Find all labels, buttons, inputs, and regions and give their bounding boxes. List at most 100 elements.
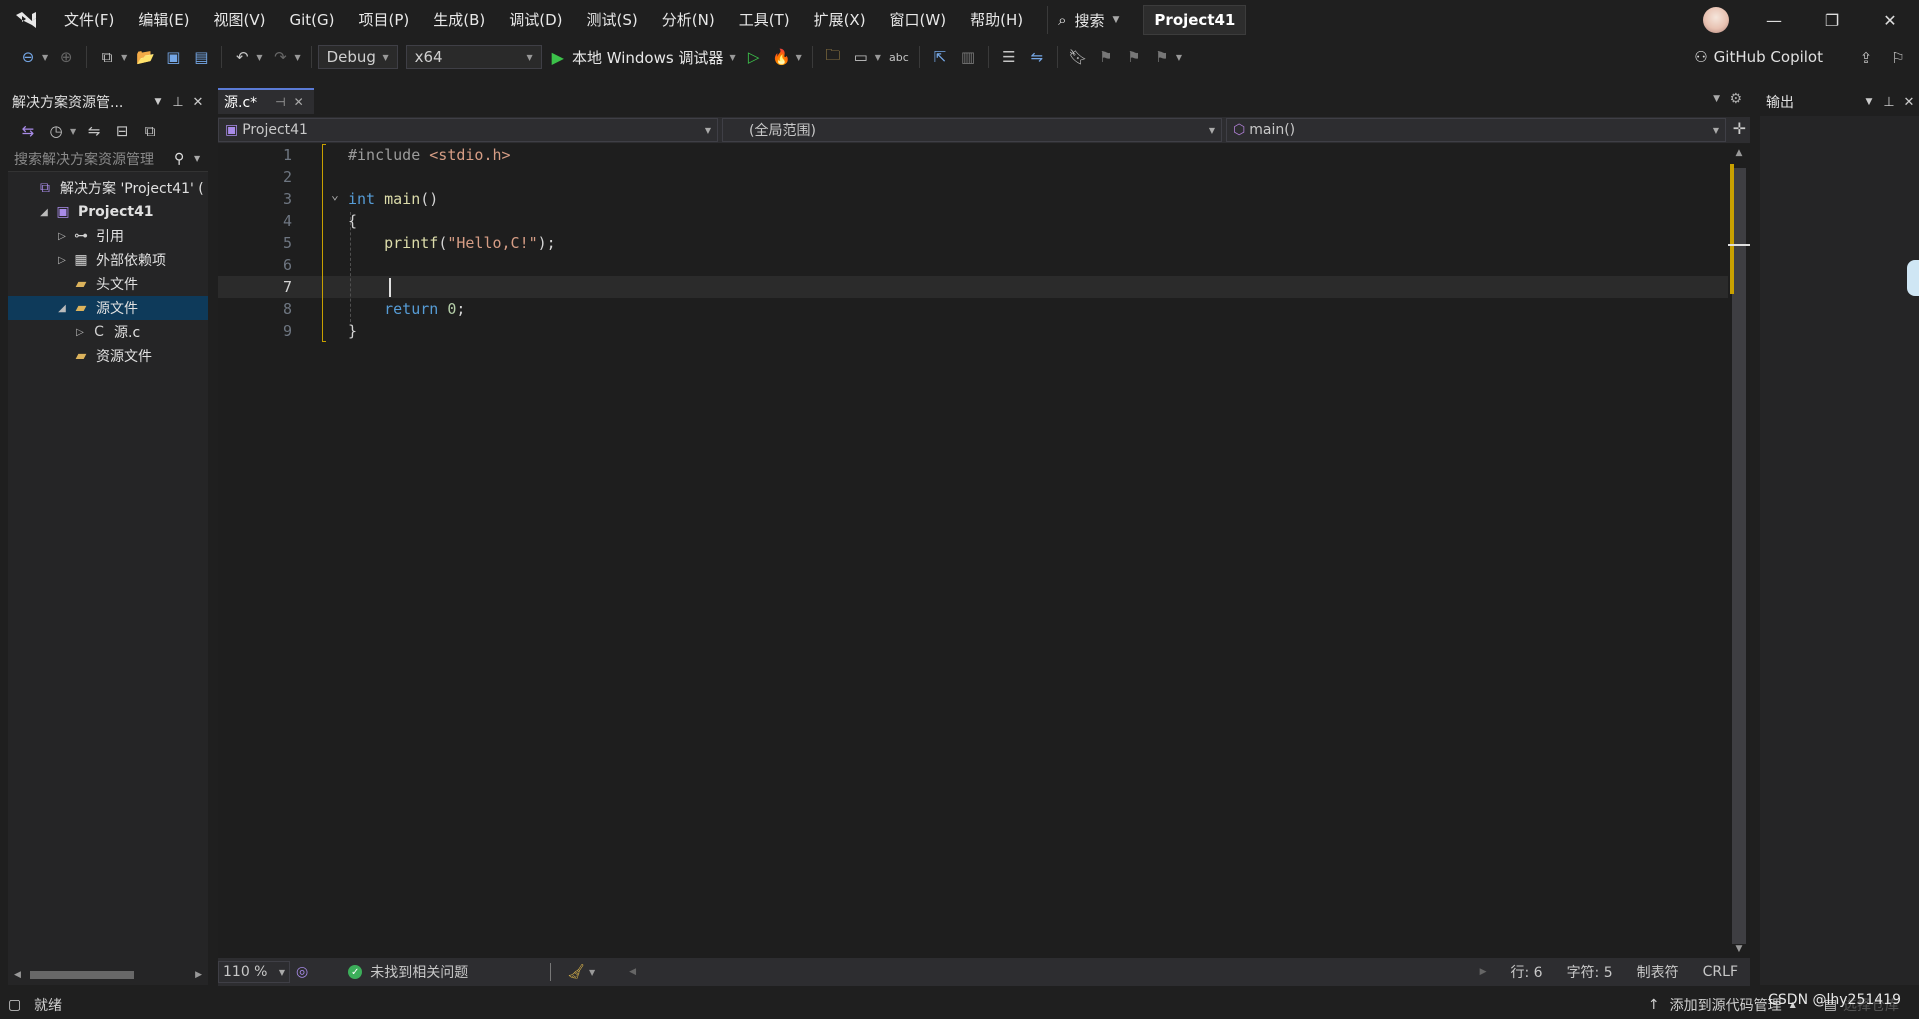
menu-file[interactable]: 文件(F) [52,0,126,40]
clear-bookmarks-icon[interactable]: ⚑ [1150,45,1174,69]
redo-icon[interactable]: ↷ [268,45,292,69]
code-line[interactable]: 7 [218,276,1728,298]
close-window-button[interactable]: ✕ [1861,0,1919,40]
tree-item[interactable]: ⧉ 解决方案 'Project41' ( [8,176,208,200]
undo-icon[interactable]: ↶ [230,45,254,69]
menu-window[interactable]: 窗口(W) [878,0,959,40]
start-without-debugging-icon[interactable]: ▷ [742,45,766,69]
chevron-down-icon[interactable]: ▼ [1176,53,1182,62]
menu-test[interactable]: 测试(S) [575,0,650,40]
tab-mode[interactable]: 制表符 [1637,962,1679,982]
expanded-arrow-icon[interactable]: ◢ [36,207,52,218]
tree-item[interactable]: ▷ ▦ 外部依赖项 [8,248,208,272]
hot-reload-icon[interactable]: 🔥 [770,45,794,69]
github-copilot-button[interactable]: ⚇ GitHub Copilot [1694,44,1823,70]
intellicode-icon[interactable]: ◎ [296,964,308,980]
chevron-down-icon[interactable]: ▼ [796,53,802,62]
restore-button[interactable]: ❐ [1803,0,1861,40]
show-all-files-icon[interactable]: ⧉ [138,119,162,143]
comment-icon[interactable]: ☰ [997,45,1021,69]
gear-icon[interactable]: ⚙ [1729,91,1742,107]
code-line[interactable]: 3 int main() [218,188,1728,210]
chevron-down-icon[interactable]: ▼ [42,53,48,62]
minimize-button[interactable]: — [1745,0,1803,40]
save-icon[interactable]: ▣ [161,45,185,69]
platform-select[interactable]: x64 ▼ [405,45,542,69]
close-icon[interactable]: ✕ [1899,95,1919,110]
layout-icon[interactable]: ▥ [956,45,980,69]
avatar[interactable] [1703,7,1729,33]
menu-debug[interactable]: 调试(D) [497,0,574,40]
scroll-right-icon[interactable]: ▶ [1480,967,1487,977]
share-icon[interactable]: ⇪ [1854,46,1878,70]
char-info[interactable]: 字符: 5 [1567,962,1613,982]
forward-icon[interactable]: ⊕ [54,45,78,69]
tree-item[interactable]: ▷ C 源.c [8,320,208,344]
browse-icon[interactable]: 🗀 [821,45,845,69]
chevron-down-icon[interactable]: ▼ [256,53,262,62]
chevron-down-icon[interactable]: ▼ [148,97,168,107]
scope-dropdown[interactable]: (全局范围) ▼ [722,118,1222,142]
configuration-select[interactable]: Debug ▼ [317,45,398,69]
pin-icon[interactable]: ⊥ [1879,95,1899,110]
tree-item[interactable]: ◢ ▰ 源文件 [8,296,208,320]
tab-source-file[interactable]: 源.c* ⊣ ✕ [218,88,314,114]
menu-extensions[interactable]: 扩展(X) [802,0,878,40]
notification-icon[interactable]: ▢ [8,997,21,1013]
spell-check-icon[interactable]: abc [887,45,911,69]
zoom-select[interactable]: 110 % ▼ [218,961,290,983]
start-debugging-button[interactable]: ▶ 本地 Windows 调试器 ▼ [552,47,740,68]
scroll-down-icon[interactable]: ▼ [1728,944,1750,954]
menu-tools[interactable]: 工具(T) [727,0,802,40]
pin-icon[interactable]: ⊥ [168,95,188,110]
tree-item[interactable]: ▰ 资源文件 [8,344,208,368]
issues-indicator[interactable]: ✓ 未找到相关问题 [348,962,468,982]
chevron-down-icon[interactable]: ▼ [875,53,881,62]
expanded-arrow-icon[interactable]: ◢ [54,303,70,314]
tree-item[interactable]: ▰ 头文件 [8,272,208,296]
code-line[interactable]: 2 [218,166,1728,188]
menu-analyze[interactable]: 分析(N) [650,0,727,40]
code-line[interactable]: 5 printf("Hello,C!"); [218,232,1728,254]
menu-edit[interactable]: 编辑(E) [126,0,201,40]
open-folder-icon[interactable]: 📂 [133,45,157,69]
switch-views-icon[interactable]: ⇆ [16,119,40,143]
line-ending[interactable]: CRLF [1703,964,1738,980]
solution-search-input[interactable]: 搜索解决方案资源管理 ⚲ ▼ [8,146,208,172]
pin-icon[interactable]: ⊣ [275,95,285,109]
menu-help[interactable]: 帮助(H) [958,0,1035,40]
scroll-left-icon[interactable]: ◀ [14,970,21,980]
back-icon[interactable]: ⊖ [16,45,40,69]
uncomment-icon[interactable]: ⇋ [1025,45,1049,69]
code-editor[interactable]: 1 #include <stdio.h> 2 3 int main() 4{5 print… [218,144,1728,958]
new-project-icon[interactable]: ⧉ [95,45,119,69]
scrollbar-thumb[interactable] [1732,168,1746,944]
chevron-down-icon[interactable]: ▼ [294,53,300,62]
code-cleanup-icon[interactable]: 🧹︎ [567,964,585,980]
visual-studio-logo-icon[interactable] [0,0,52,40]
horizontal-scrollbar[interactable]: ◀ ▶ [8,965,208,985]
tab-list-icon[interactable]: ▼ [1713,94,1720,104]
line-info[interactable]: 行: 6 [1510,962,1542,982]
screen-icon[interactable]: ▭ [849,45,873,69]
code-line[interactable]: 6 [218,254,1728,276]
prev-bookmark-icon[interactable]: ⚑ [1094,45,1118,69]
close-icon[interactable]: ✕ [294,95,304,109]
tree-item[interactable]: ▷ ⊶ 引用 [8,224,208,248]
code-line[interactable]: 1 #include <stdio.h> [218,144,1728,166]
menu-project[interactable]: 项目(P) [347,0,422,40]
next-bookmark-icon[interactable]: ⚑ [1122,45,1146,69]
select-element-icon[interactable]: ⇱ [928,45,952,69]
menu-build[interactable]: 生成(B) [421,0,497,40]
collapsed-arrow-icon[interactable]: ▷ [72,327,88,338]
project-dropdown[interactable]: ▣ Project41 ▼ [218,118,718,142]
code-line[interactable]: 4{ [218,210,1728,232]
vertical-scrollbar[interactable]: ▲ ▼ [1728,144,1750,958]
code-line[interactable]: 8 return 0; [218,298,1728,320]
bookmark-icon[interactable]: 🔖︎ [1066,45,1090,69]
chevron-down-icon[interactable]: ▼ [194,154,208,163]
fold-chevron-icon[interactable]: ⌄ [331,188,339,203]
collapsed-arrow-icon[interactable]: ▷ [54,231,70,242]
collapse-all-icon[interactable]: ⊟ [110,119,134,143]
collapsed-arrow-icon[interactable]: ▷ [54,255,70,266]
